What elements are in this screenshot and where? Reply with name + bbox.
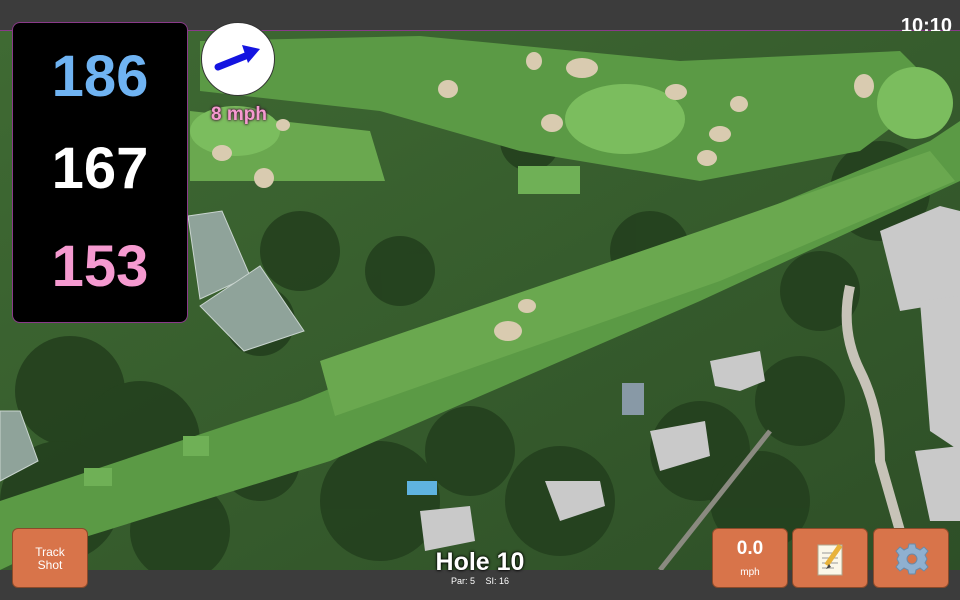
speed-button[interactable]: 0.0 mph <box>712 528 788 588</box>
hole-stroke-index: SI: 16 <box>485 576 510 586</box>
settings-button[interactable] <box>873 528 949 588</box>
middle-distance: 167 <box>51 136 149 201</box>
hole-title: Hole 10 <box>435 548 525 576</box>
speed-value: 0.0 <box>736 538 764 559</box>
track-shot-button[interactable]: Track Shot <box>12 528 88 588</box>
back-distance: 186 <box>51 44 149 109</box>
wind-speed: 8 mph <box>211 104 267 125</box>
track-shot-label-line2: Shot <box>37 558 63 572</box>
hole-info: Hole 10 Par: 5 SI: 16 <box>380 548 580 587</box>
notes-button[interactable] <box>792 528 868 588</box>
wind-direction-arrow-icon <box>214 45 260 71</box>
wind-indicator <box>201 22 275 96</box>
speed-unit: mph <box>740 567 760 578</box>
gear-icon <box>895 543 929 575</box>
hole-details: Par: 5 SI: 16 <box>380 576 580 587</box>
hole-par: Par: 5 <box>450 576 475 586</box>
front-distance: 153 <box>51 234 149 299</box>
yardage-panel: 186 167 153 <box>12 22 188 323</box>
notepad-icon <box>817 544 843 576</box>
